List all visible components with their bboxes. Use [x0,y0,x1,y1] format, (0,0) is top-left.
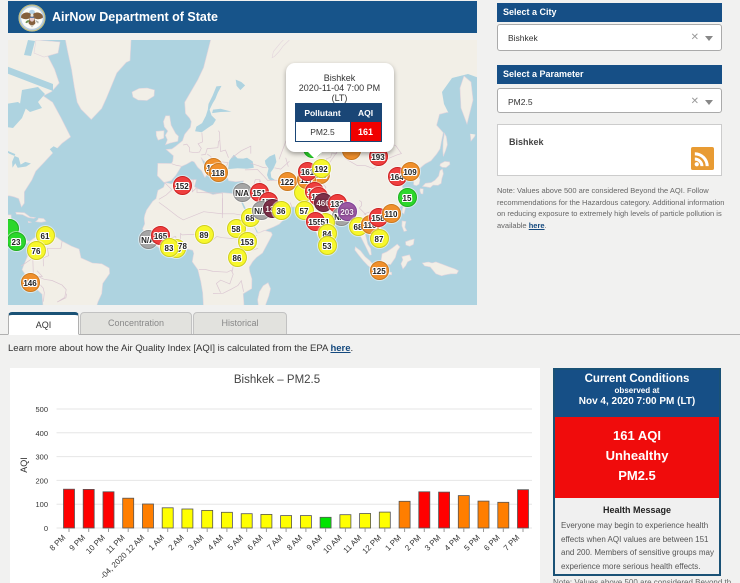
svg-text:12 PM: 12 PM [360,533,383,556]
svg-text:6 AM: 6 AM [246,533,265,552]
svg-text:5 PM: 5 PM [462,533,482,553]
svg-text:11 AM: 11 AM [342,533,364,555]
svg-text:4 PM: 4 PM [443,533,463,553]
svg-text:1 AM: 1 AM [147,533,166,552]
svg-text:Bishkek – PM2.5: Bishkek – PM2.5 [234,374,320,386]
svg-text:3 AM: 3 AM [186,533,205,552]
svg-text:2 AM: 2 AM [167,533,186,552]
svg-text:2 PM: 2 PM [403,533,423,553]
svg-text:10 AM: 10 AM [321,533,344,556]
svg-text:300: 300 [35,453,48,462]
svg-text:7 AM: 7 AM [265,533,284,552]
svg-text:7 PM: 7 PM [502,533,522,553]
svg-text:3 PM: 3 PM [423,533,443,553]
svg-text:5 AM: 5 AM [226,533,245,552]
svg-text:500: 500 [35,405,48,414]
svg-text:4 AM: 4 AM [206,533,225,552]
svg-text:100: 100 [35,500,48,509]
svg-text:8 AM: 8 AM [285,533,304,552]
svg-text:8 PM: 8 PM [48,533,68,553]
svg-text:200: 200 [35,476,48,485]
svg-text:6 PM: 6 PM [482,533,502,553]
svg-text:AQI: AQI [19,457,29,473]
svg-text:0: 0 [44,524,48,533]
svg-text:1 PM: 1 PM [383,533,403,553]
svg-text:400: 400 [35,429,48,438]
svg-text:10 PM: 10 PM [84,533,107,556]
